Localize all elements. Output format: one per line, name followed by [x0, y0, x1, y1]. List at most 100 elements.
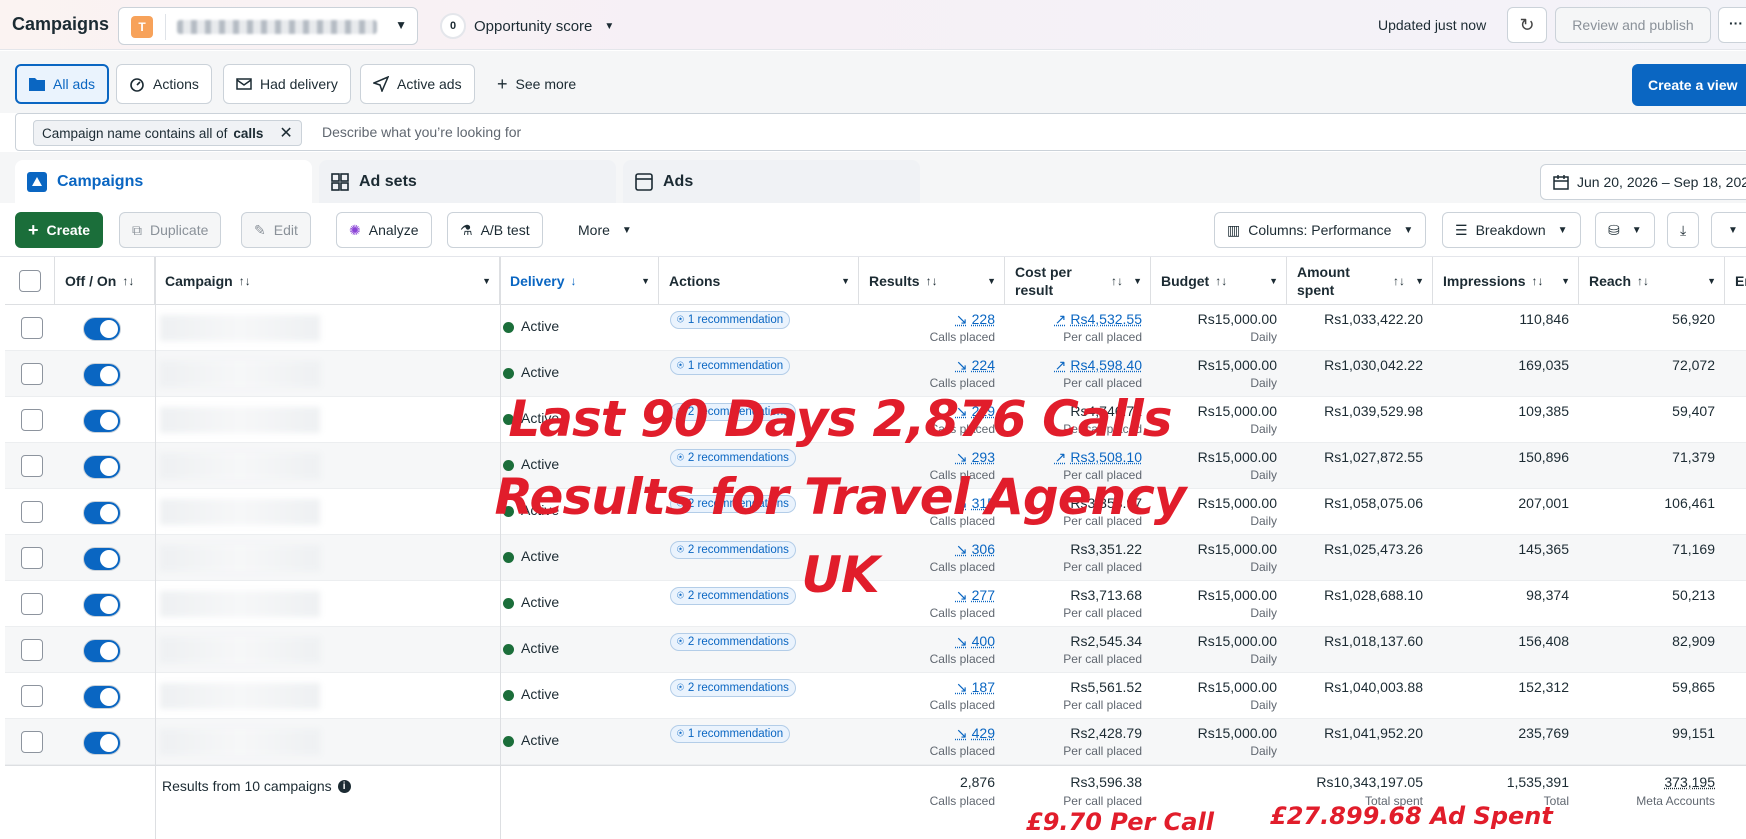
review-publish-button[interactable]: Review and publish	[1555, 7, 1711, 43]
cost-per-result[interactable]: ↗ Rs4,532.55	[1005, 311, 1142, 328]
filter-chip[interactable]: Campaign name contains all of calls ✕	[33, 120, 302, 146]
cost-per-result[interactable]: ↗ Rs4,598.40	[1005, 357, 1142, 374]
campaign-toggle[interactable]	[83, 455, 121, 479]
row-checkbox[interactable]	[21, 501, 43, 523]
header-amount-spent[interactable]: Amount spent ↑↓ ▼	[1287, 257, 1433, 305]
date-range-picker[interactable]: Jun 20, 2026 – Sep 18, 2026	[1540, 164, 1746, 200]
more-options-button[interactable]: ···	[1718, 7, 1746, 43]
recommendation-badge[interactable]: ⍟ 2 recommendations	[670, 633, 796, 651]
row-checkbox[interactable]	[21, 593, 43, 615]
budget-value[interactable]: Rs15,000.00	[1151, 311, 1277, 327]
header-ends[interactable]: En	[1725, 257, 1746, 305]
view-actions[interactable]: Actions	[116, 64, 212, 104]
campaign-toggle[interactable]	[83, 547, 121, 571]
more-button[interactable]: More ▼	[566, 212, 644, 248]
recommendation-badge[interactable]: ⍟ 1 recommendation	[670, 725, 791, 743]
header-campaign[interactable]: Campaign ↑↓ ▼	[155, 257, 500, 305]
tab-campaigns[interactable]: Campaigns	[15, 160, 312, 203]
results-link[interactable]: ↘ 228	[885, 311, 995, 328]
see-more-views[interactable]: + See more	[497, 64, 576, 104]
results-link[interactable]: ↘ 400	[885, 633, 995, 650]
columns-button[interactable]: ▥ Columns: Performance ▼	[1214, 212, 1427, 248]
budget-value[interactable]: Rs15,000.00	[1151, 679, 1277, 695]
campaign-name-redacted[interactable]	[160, 407, 320, 433]
tab-ads[interactable]: Ads	[623, 160, 920, 203]
results-sub: Calls placed	[929, 330, 995, 344]
view-had-delivery[interactable]: Had delivery	[223, 64, 351, 104]
campaign-name-redacted[interactable]	[160, 683, 320, 709]
export-button[interactable]: ⤓	[1667, 212, 1700, 248]
campaign-name-redacted[interactable]	[160, 453, 320, 479]
budget-value[interactable]: Rs15,000.00	[1151, 725, 1277, 741]
header-delivery[interactable]: Delivery ↓ ▼	[500, 257, 659, 305]
campaign-name-redacted[interactable]	[160, 315, 320, 341]
table-row[interactable]: Active ⍟ 1 recommendation ↘ 429 Calls placed R…	[5, 719, 1746, 765]
breakdown-button[interactable]: ☰ Breakdown ▼	[1442, 212, 1581, 248]
table-row[interactable]: Active ⍟ 2 recommendations ↘ 187 Calls placed…	[5, 673, 1746, 719]
export-dropdown-button[interactable]: ▼	[1711, 212, 1746, 248]
info-icon[interactable]: i	[337, 779, 351, 793]
campaign-name-redacted[interactable]	[160, 499, 320, 525]
campaign-name-redacted[interactable]	[160, 591, 320, 617]
select-all-checkbox[interactable]	[19, 270, 41, 292]
campaign-toggle[interactable]	[83, 317, 121, 341]
cpr-sub: Per call placed	[1063, 698, 1142, 712]
create-button[interactable]: + Create	[15, 212, 104, 248]
row-checkbox[interactable]	[21, 455, 43, 477]
budget-value[interactable]: Rs15,000.00	[1151, 357, 1277, 373]
header-cost-per-result[interactable]: Cost per result ↑↓ ▼	[1005, 257, 1151, 305]
recommendation-badge[interactable]: ⍟ 1 recommendation	[670, 357, 791, 375]
view-all-ads[interactable]: All ads	[15, 64, 110, 104]
create-view-button[interactable]: Create a view	[1632, 64, 1746, 106]
reports-button[interactable]: ⛁ ▼	[1595, 212, 1655, 248]
duplicate-button[interactable]: ⧉ Duplicate	[119, 212, 222, 248]
campaign-toggle[interactable]	[83, 593, 121, 617]
chevron-down-icon: ▼	[1403, 224, 1414, 236]
row-checkbox[interactable]	[21, 547, 43, 569]
results-link[interactable]: ↘ 224	[885, 357, 995, 374]
row-checkbox[interactable]	[21, 317, 43, 339]
campaign-toggle[interactable]	[83, 501, 121, 525]
close-icon[interactable]: ✕	[279, 123, 292, 143]
view-active-ads[interactable]: Active ads	[360, 64, 475, 104]
campaign-name-redacted[interactable]	[160, 361, 320, 387]
header-results[interactable]: Results ↑↓ ▼	[859, 257, 1005, 305]
results-link[interactable]: ↘ 429	[885, 725, 995, 742]
filter-bar[interactable]: Campaign name contains all of calls ✕ De…	[15, 113, 1746, 151]
refresh-button[interactable]: ↻	[1507, 7, 1547, 43]
recommendation-badge[interactable]: ⍟ 1 recommendation	[670, 311, 791, 329]
opportunity-score[interactable]: 0 Opportunity score ▼	[440, 12, 614, 40]
campaign-name-redacted[interactable]	[160, 637, 320, 663]
row-checkbox[interactable]	[21, 685, 43, 707]
search-input[interactable]: Describe what you’re looking for	[322, 124, 521, 140]
campaign-toggle[interactable]	[83, 639, 121, 663]
campaign-name-redacted[interactable]	[160, 729, 320, 755]
columns-label: Columns: Performance	[1248, 222, 1392, 238]
chevron-down-icon: ▼	[1631, 224, 1642, 236]
row-checkbox[interactable]	[21, 731, 43, 753]
header-impressions[interactable]: Impressions ↑↓ ▼	[1433, 257, 1579, 305]
recommendation-badge[interactable]: ⍟ 2 recommendations	[670, 679, 796, 697]
row-checkbox[interactable]	[21, 409, 43, 431]
campaign-name-redacted[interactable]	[160, 545, 320, 571]
ad-account-selector[interactable]: T ▼	[118, 7, 418, 45]
table-row[interactable]: Active ⍟ 1 recommendation ↘ 228 Calls placed ↗…	[5, 305, 1746, 351]
sort-icon: ↑↓	[1111, 274, 1123, 288]
campaign-toggle[interactable]	[83, 363, 121, 387]
header-actions[interactable]: Actions ▼	[659, 257, 859, 305]
edit-button[interactable]: ✎ Edit	[241, 212, 311, 248]
budget-value[interactable]: Rs15,000.00	[1151, 633, 1277, 649]
header-budget[interactable]: Budget ↑↓ ▼	[1151, 257, 1287, 305]
results-link[interactable]: ↘ 187	[885, 679, 995, 696]
tab-ad-sets[interactable]: Ad sets	[319, 160, 616, 203]
header-reach[interactable]: Reach ↑↓ ▼	[1579, 257, 1725, 305]
row-checkbox[interactable]	[21, 363, 43, 385]
ab-test-button[interactable]: ⚗ A/B test	[447, 212, 543, 248]
row-checkbox[interactable]	[21, 639, 43, 661]
campaign-toggle[interactable]	[83, 731, 121, 755]
campaign-toggle[interactable]	[83, 685, 121, 709]
campaign-toggle[interactable]	[83, 409, 121, 433]
table-row[interactable]: Active ⍟ 2 recommendations ↘ 400 Calls placed…	[5, 627, 1746, 673]
header-off-on[interactable]: Off / On ↑↓	[55, 257, 155, 305]
analyze-button[interactable]: ✺ Analyze	[336, 212, 432, 248]
